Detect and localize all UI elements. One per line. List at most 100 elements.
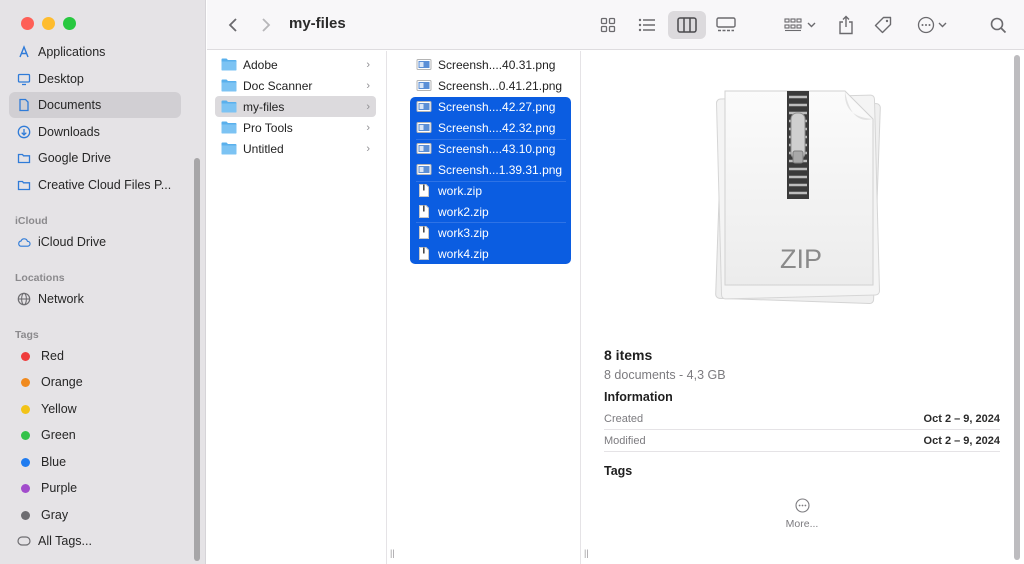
sidebar-item-label: Applications xyxy=(38,45,106,59)
close-button[interactable] xyxy=(21,17,34,30)
zoom-button[interactable] xyxy=(63,17,76,30)
folder-row-label: my-files xyxy=(243,99,285,114)
forward-icon xyxy=(262,18,271,32)
applications-icon xyxy=(17,45,31,59)
tag-button[interactable] xyxy=(870,12,896,38)
file-row-zip[interactable]: work2.zip xyxy=(410,201,571,222)
folder-row-label: Untitled xyxy=(243,141,284,156)
file-row-label: Screensh....42.32.png xyxy=(438,120,556,135)
folder-row-my-files[interactable]: my-files › xyxy=(215,96,376,117)
more-button[interactable]: More... xyxy=(775,498,829,530)
sidebar-item-label: Yellow xyxy=(41,402,77,416)
sidebar-item-label: Desktop xyxy=(38,72,84,86)
folder-row-doc-scanner[interactable]: Doc Scanner › xyxy=(215,75,376,96)
chevron-right-icon: › xyxy=(366,58,370,71)
file-row-label: work.zip xyxy=(438,183,483,198)
zip-badge-label: ZIP xyxy=(779,244,822,274)
sidebar-item-creative-cloud[interactable]: Creative Cloud Files P... xyxy=(9,172,181,198)
purple-tag-dot-icon xyxy=(21,483,30,493)
sidebar-item-icloud-drive[interactable]: iCloud Drive xyxy=(9,229,181,255)
file-row-image[interactable]: Screensh...0.41.21.png xyxy=(410,75,571,96)
file-row-image[interactable]: Screensh....42.32.png xyxy=(410,117,571,138)
created-row: Created Oct 2 – 9, 2024 xyxy=(604,408,1000,429)
forward-button[interactable] xyxy=(255,13,277,37)
sidebar-tag-purple[interactable]: Purple xyxy=(9,475,181,501)
more-actions-icon xyxy=(917,16,935,34)
sidebar-tag-orange[interactable]: Orange xyxy=(9,369,181,395)
sidebar-item-label: All Tags... xyxy=(38,534,92,548)
green-tag-dot-icon xyxy=(21,430,30,440)
search-icon xyxy=(990,17,1006,33)
file-row-label: Screensh...0.41.21.png xyxy=(438,78,563,93)
sidebar-scrollbar[interactable] xyxy=(194,158,200,561)
sidebar: Applications Desktop Documents Downloads… xyxy=(0,0,206,564)
minimize-button[interactable] xyxy=(42,17,55,30)
more-actions-button[interactable] xyxy=(912,12,952,38)
file-row-label: work2.zip xyxy=(438,204,489,219)
back-button[interactable] xyxy=(222,13,244,37)
document-icon xyxy=(17,98,31,112)
folder-row-adobe[interactable]: Adobe › xyxy=(215,54,376,75)
list-view-button[interactable] xyxy=(634,12,660,38)
sidebar-tag-yellow[interactable]: Yellow xyxy=(9,396,181,422)
image-file-icon xyxy=(416,80,432,91)
sidebar-item-network[interactable]: Network xyxy=(9,286,181,312)
file-row-image[interactable]: Screensh....43.10.png xyxy=(410,138,571,159)
gray-tag-dot-icon xyxy=(21,510,30,520)
file-row-label: work3.zip xyxy=(438,225,489,240)
image-file-icon xyxy=(416,143,432,154)
folder-row-pro-tools[interactable]: Pro Tools › xyxy=(215,117,376,138)
file-row-image[interactable]: Screensh...1.39.31.png xyxy=(410,159,571,180)
column-resize-handle[interactable]: || xyxy=(584,548,589,558)
window-controls xyxy=(21,17,76,30)
list-view-icon xyxy=(638,18,655,32)
file-row-image[interactable]: Screensh....42.27.png xyxy=(410,96,571,117)
zip-file-icon xyxy=(419,226,429,239)
gallery-view-button[interactable] xyxy=(712,12,740,38)
sidebar-item-applications[interactable]: Applications xyxy=(9,39,181,65)
column-resize-handle[interactable]: || xyxy=(390,548,395,558)
folder-row-label: Adobe xyxy=(243,57,278,72)
sidebar-item-desktop[interactable]: Desktop xyxy=(9,66,181,92)
sidebar-item-label: iCloud Drive xyxy=(38,235,107,249)
sidebar-item-documents[interactable]: Documents xyxy=(9,92,181,118)
preview-scrollbar[interactable] xyxy=(1014,55,1020,560)
file-row-image[interactable]: Screensh....40.31.png xyxy=(410,54,571,75)
icon-view-button[interactable] xyxy=(595,12,621,38)
download-icon xyxy=(17,125,31,139)
folder-icon xyxy=(221,58,237,71)
share-button[interactable] xyxy=(834,11,858,39)
image-file-icon xyxy=(416,122,432,133)
group-button[interactable] xyxy=(780,12,820,38)
sidebar-item-label: Gray xyxy=(41,508,69,522)
chevron-down-icon xyxy=(938,22,947,28)
sidebar-tag-gray[interactable]: Gray xyxy=(9,502,181,528)
tag-icon xyxy=(874,16,892,34)
sidebar-tag-green[interactable]: Green xyxy=(9,422,181,448)
sidebar-all-tags[interactable]: All Tags... xyxy=(9,528,181,554)
more-label: More... xyxy=(785,518,819,530)
sidebar-item-downloads[interactable]: Downloads xyxy=(9,119,181,145)
folder-icon xyxy=(221,79,237,92)
sidebar-item-label: Creative Cloud Files P... xyxy=(38,178,172,192)
gallery-view-icon xyxy=(716,17,736,32)
folder-icon xyxy=(221,142,237,155)
sidebar-item-google-drive[interactable]: Google Drive xyxy=(9,145,181,171)
search-button[interactable] xyxy=(986,12,1010,38)
sidebar-tag-blue[interactable]: Blue xyxy=(9,449,181,475)
folder-row-untitled[interactable]: Untitled › xyxy=(215,138,376,159)
column-view-button[interactable] xyxy=(668,11,706,39)
back-icon xyxy=(228,18,237,32)
more-icon xyxy=(794,498,810,513)
column-view-icon xyxy=(677,17,697,33)
window-title: my-files xyxy=(289,15,346,32)
chevron-down-icon xyxy=(807,22,816,28)
sidebar-tag-red[interactable]: Red xyxy=(9,343,181,369)
image-file-icon xyxy=(416,59,432,70)
sidebar-item-label: Red xyxy=(41,349,64,363)
file-row-zip[interactable]: work.zip xyxy=(410,180,571,201)
file-row-zip[interactable]: work4.zip xyxy=(410,243,571,264)
file-row-zip[interactable]: work3.zip xyxy=(410,222,571,243)
sidebar-item-label: Downloads xyxy=(38,125,100,139)
sidebar-item-label: Network xyxy=(38,292,84,306)
